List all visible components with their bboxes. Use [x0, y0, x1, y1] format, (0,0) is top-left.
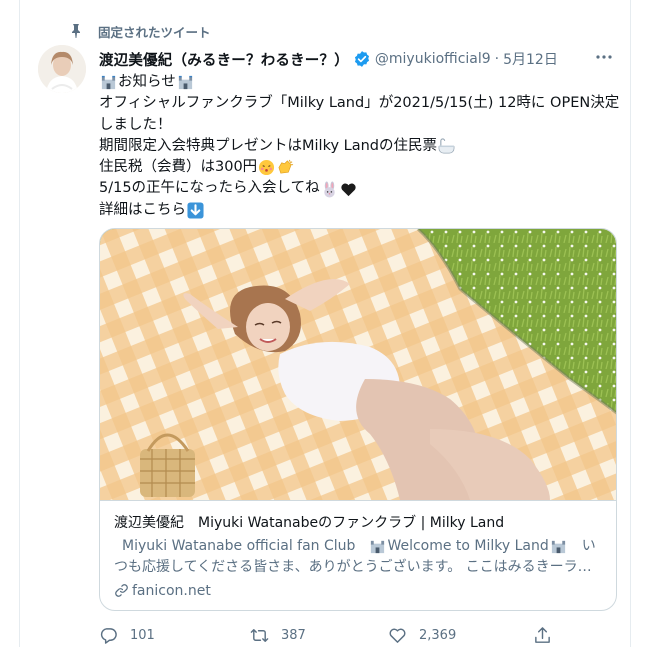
retweet-icon	[250, 628, 269, 642]
tweet-line: 詳細はこちら	[99, 200, 619, 221]
down-arrow-emoji	[187, 202, 204, 219]
rabbit-emoji	[323, 181, 335, 198]
tweet-line: 期間限定入会特典プレゼントはMilky Landの住民票	[99, 136, 619, 157]
tweet-text: お知らせ オフィシャルファンクラブ「Milky Land」が2021/5/15(…	[99, 72, 619, 221]
more-icon[interactable]	[594, 47, 614, 67]
share-icon	[535, 626, 550, 643]
like-count: 2,369	[419, 627, 457, 643]
retweet-count: 387	[281, 627, 306, 643]
castle-emoji	[101, 76, 116, 90]
tweet-line: 住民税（会費）は300円	[99, 157, 619, 178]
link-icon	[115, 584, 128, 597]
separator-dot: ·	[494, 51, 500, 67]
tweet-line-5: 住民税（会費）は300円	[99, 159, 258, 176]
link-card-text: 渡辺美優紀 Miyuki Watanabeのファンクラブ | Milky Lan…	[100, 500, 616, 610]
link-card-desc-line2: つも応援してくださる皆さま、ありがとうございます。 ここはみるきーラ…	[114, 559, 592, 575]
tweet-line-4: 期間限定入会特典プレゼントはMilky Landの住民票	[99, 137, 437, 154]
tweet-date[interactable]: 5月12日	[503, 49, 558, 69]
bathtub-emoji	[438, 138, 455, 154]
tweet-line: お知らせ	[99, 72, 619, 93]
castle-emoji	[178, 76, 192, 90]
link-card-description: Miyuki Watanabe official fan Club Welcom…	[114, 536, 604, 578]
tweet-actions: 101 387 2,369	[99, 624, 559, 646]
link-card-desc-part1: Miyuki Watanabe official fan Club	[122, 538, 356, 554]
reply-icon	[100, 627, 117, 644]
tweet-header: 渡辺美優紀（みるきー？わるきー？） @miyukiofficial9 · 5月1…	[99, 48, 625, 70]
castle-emoji	[371, 540, 385, 554]
verified-icon	[354, 51, 369, 67]
like-icon	[389, 628, 406, 643]
link-card-domain: fanicon.net	[114, 580, 604, 601]
heart-emoji	[341, 183, 356, 196]
share-button[interactable]	[533, 624, 564, 646]
tweet-line-1: お知らせ	[118, 74, 176, 90]
kiss-emoji	[259, 160, 275, 176]
tweet-line-6: 5/15の正午になったら入会してね	[99, 180, 320, 197]
like-button[interactable]: 2,369	[388, 624, 456, 646]
clap-emoji	[278, 160, 294, 174]
pinned-label: 固定されたツイート	[98, 25, 211, 40]
author-handle[interactable]: @miyukiofficial9	[375, 51, 491, 67]
link-card-domain-text: fanicon.net	[132, 582, 211, 599]
link-card-desc-part3: い	[581, 538, 596, 554]
link-card-desc-part2: Welcome to Milky Land	[387, 538, 549, 554]
castle-emoji	[551, 540, 565, 554]
tweet-line-7: 詳細はこちら	[99, 201, 186, 218]
tweet-container[interactable]: 固定されたツイート 渡辺美優紀（みるきー？わるきー？） @miyukioffic…	[19, 0, 631, 647]
author-name[interactable]: 渡辺美優紀（みるきー？わるきー？）	[99, 49, 349, 70]
tweet-line-3: しました！	[99, 116, 172, 133]
tweet-line: 5/15の正午になったら入会してね	[99, 178, 619, 199]
tweet-line-2: オフィシャルファンクラブ「Milky Land」が2021/5/15(土) 12…	[99, 95, 620, 112]
link-card-image	[100, 229, 616, 500]
avatar[interactable]	[38, 45, 86, 93]
link-card-title: 渡辺美優紀 Miyuki Watanabeのファンクラブ | Milky Lan…	[114, 515, 505, 531]
pin-icon	[72, 24, 80, 38]
reply-button[interactable]: 101	[99, 624, 155, 646]
link-card[interactable]: 渡辺美優紀 Miyuki Watanabeのファンクラブ | Milky Lan…	[99, 228, 617, 611]
retweet-button[interactable]: 387	[250, 624, 306, 646]
reply-count: 101	[130, 627, 155, 643]
